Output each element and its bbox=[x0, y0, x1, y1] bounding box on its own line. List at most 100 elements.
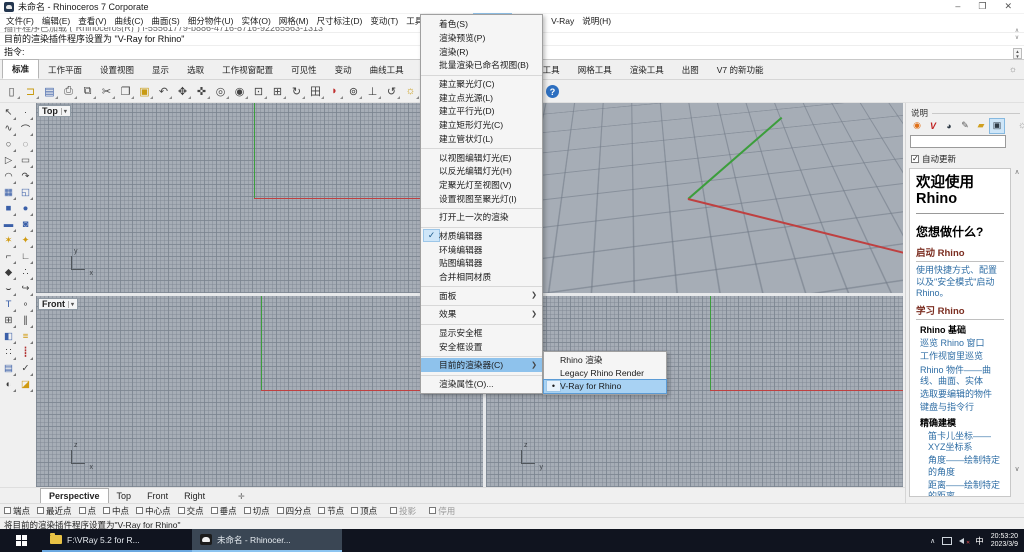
tray-expand-icon[interactable]: ∧ bbox=[930, 537, 935, 545]
help-block[interactable]: 键盘与指令行 bbox=[910, 401, 1010, 414]
render-menu-item[interactable]: ✓ 建立管状灯(L) ❯ bbox=[421, 132, 542, 146]
checkbox[interactable] bbox=[277, 507, 284, 514]
new-viewport-icon[interactable]: ✛ bbox=[232, 490, 251, 503]
solid-edit-icon[interactable]: ◧ bbox=[1, 329, 16, 344]
save-icon[interactable]: ▤ bbox=[41, 83, 58, 100]
checkbox[interactable] bbox=[318, 507, 325, 514]
dimension-icon[interactable]: ∘ bbox=[18, 297, 33, 312]
osnap-toggle[interactable]: 交点 bbox=[178, 505, 204, 517]
taskbar-task[interactable]: 未命名 - Rhinocer... bbox=[192, 529, 342, 552]
arc-icon[interactable]: ◠ bbox=[1, 169, 16, 184]
render-menu-item[interactable]: ✓ 显示安全框 ❯ bbox=[421, 326, 542, 340]
help-block[interactable]: 巡览 Rhino 窗口 bbox=[910, 337, 1010, 350]
render-menu-item[interactable]: ✓ 安全框设置 ❯ bbox=[421, 339, 542, 353]
checkbox[interactable] bbox=[37, 507, 44, 514]
osnap-toggle[interactable]: 停用 bbox=[429, 505, 455, 517]
osnap-toggle[interactable]: 投影 bbox=[390, 505, 416, 517]
open-file-icon[interactable]: ⊐ bbox=[22, 83, 39, 100]
render-menu-item[interactable]: ✓ 建立聚光灯(C) ❯ bbox=[421, 77, 542, 91]
ime-indicator[interactable]: 中 bbox=[975, 535, 984, 547]
osnap-toggle[interactable]: 四分点 bbox=[277, 505, 312, 517]
toolbar-tab[interactable]: 显示 bbox=[143, 61, 178, 79]
checkbox[interactable] bbox=[4, 507, 11, 514]
render-menu-item[interactable]: ✓ 定聚光灯至视图(V) ❯ bbox=[421, 178, 542, 192]
toolbar-tab[interactable]: 标准 bbox=[2, 59, 39, 79]
render-menu-item[interactable]: ✓ 建立平行光(D) ❯ bbox=[421, 104, 542, 118]
paste-icon[interactable]: ▣ bbox=[136, 83, 153, 100]
viewport-tab[interactable]: Top bbox=[109, 489, 140, 503]
help-block[interactable]: 选取要编辑的物件 bbox=[910, 388, 1010, 401]
render-menu-item[interactable]: ✓ 面板 ❯ bbox=[421, 288, 542, 302]
mirror-icon[interactable]: ∥ bbox=[18, 313, 33, 328]
menu-bar-item[interactable]: 文件(F) bbox=[2, 14, 38, 28]
osnap-toggle[interactable]: 点 bbox=[79, 505, 97, 517]
rotate-view-icon[interactable]: ↻ bbox=[288, 83, 305, 100]
checkbox[interactable] bbox=[429, 507, 436, 514]
osnap-toggle[interactable]: 垂点 bbox=[211, 505, 237, 517]
extrude-icon[interactable]: ✦ bbox=[18, 233, 33, 248]
toolbar-tab[interactable]: V7 的新功能 bbox=[708, 61, 773, 79]
osnap-toggle[interactable]: 中心点 bbox=[136, 505, 171, 517]
sweep-icon[interactable]: ◱ bbox=[18, 185, 33, 200]
toolbar-tab[interactable]: 出图 bbox=[673, 61, 708, 79]
osnap-toggle-icon[interactable]: ⊚ bbox=[345, 83, 362, 100]
cut-icon[interactable]: ✂ bbox=[98, 83, 115, 100]
pen-tab-icon[interactable]: ✎ bbox=[958, 119, 972, 133]
help-block[interactable]: 使用快捷方式、配置以及"安全模式"启动 Rhino。 bbox=[910, 264, 1010, 301]
osnap-toggle[interactable]: 端点 bbox=[4, 505, 30, 517]
checkbox[interactable] bbox=[211, 507, 218, 514]
curve-fillet-icon[interactable]: ⌣ bbox=[1, 281, 16, 296]
render-menu-item[interactable]: ✓ 渲染预览(P) ❯ bbox=[421, 31, 542, 45]
freeform-curve-icon[interactable]: ↷ bbox=[18, 169, 33, 184]
light-icon[interactable]: ☼ bbox=[402, 83, 419, 100]
toolbar-tab[interactable]: 工作平面 bbox=[39, 61, 91, 79]
osnap-toggle[interactable]: 最近点 bbox=[37, 505, 72, 517]
text-icon[interactable]: T bbox=[1, 297, 16, 312]
array-icon[interactable]: ⊞ bbox=[1, 313, 16, 328]
help-block[interactable]: 工作视窗里巡览 bbox=[910, 350, 1010, 363]
checkbox[interactable] bbox=[390, 507, 397, 514]
render-menu-item[interactable]: ✓ 打开上一次的渲染 ❯ bbox=[421, 210, 542, 224]
chamfer-icon[interactable]: ∟ bbox=[18, 249, 33, 264]
rebuild-icon[interactable]: ↪ bbox=[18, 281, 33, 296]
render-menu-item[interactable]: ✓ 环境编辑器 ❯ bbox=[421, 242, 542, 256]
renderer-submenu-item[interactable]: • Rhino 渲染 bbox=[544, 353, 666, 366]
new-file-icon[interactable]: ▯ bbox=[3, 83, 20, 100]
toolbar-tab[interactable]: 渲染工具 bbox=[621, 61, 673, 79]
zoom-extents-icon[interactable]: ⊞ bbox=[269, 83, 286, 100]
help-search-input[interactable] bbox=[910, 135, 1006, 148]
toolbar-tab[interactable]: 可见性 bbox=[282, 61, 326, 79]
align-icon[interactable]: ≡ bbox=[18, 329, 33, 344]
ellipse-icon[interactable]: ◌ bbox=[18, 137, 33, 152]
render-menu-item[interactable]: ✓ 材质编辑器 ❯ bbox=[421, 229, 542, 243]
display-mode-icon[interactable]: ◗ bbox=[326, 83, 343, 100]
toolbar-tab[interactable]: 设置视图 bbox=[91, 61, 143, 79]
shade-icon[interactable]: ◐ bbox=[1, 377, 16, 392]
toolbar-tab[interactable]: 曲线工具 bbox=[361, 61, 413, 79]
render-menu-item[interactable]: ✓ 设置视图至聚光灯(I) ❯ bbox=[421, 191, 542, 205]
start-button[interactable] bbox=[0, 529, 42, 552]
render-menu-item[interactable]: ✓ 渲染(R) ❯ bbox=[421, 44, 542, 58]
help-block[interactable]: Rhino 物件——曲线、曲面、实体 bbox=[910, 364, 1010, 389]
menu-bar-item[interactable]: 变动(T) bbox=[366, 14, 402, 28]
close-button[interactable]: ✕ bbox=[1004, 1, 1012, 12]
render-menu-item[interactable]: ✓ 合并相同材质 ❯ bbox=[421, 270, 542, 284]
zoom-icon[interactable]: ◎ bbox=[212, 83, 229, 100]
render-menu-item[interactable]: ✓ 批量渲染已命名视图(B) ❯ bbox=[421, 58, 542, 72]
box-icon[interactable]: ■ bbox=[1, 201, 16, 216]
material-icon[interactable]: ◪ bbox=[18, 377, 33, 392]
display-icon[interactable] bbox=[942, 537, 952, 545]
gear-icon[interactable]: ☼ bbox=[1018, 120, 1024, 131]
osnap-toggle[interactable]: 节点 bbox=[318, 505, 344, 517]
copy-view-icon[interactable]: ⧉ bbox=[79, 83, 96, 100]
osnap-toggle[interactable]: 切点 bbox=[244, 505, 270, 517]
rectangle-icon[interactable]: ▭ bbox=[18, 153, 33, 168]
point-icon[interactable]: ∙ bbox=[18, 105, 33, 120]
toolbar-tab[interactable]: 变动 bbox=[326, 61, 361, 79]
layer-icon[interactable]: ▤ bbox=[1, 361, 16, 376]
speaker-muted-icon[interactable] bbox=[959, 536, 968, 545]
surface-icon[interactable]: ▦ bbox=[1, 185, 16, 200]
toolbar-tab[interactable]: 网格工具 bbox=[569, 61, 621, 79]
help-block[interactable]: 距离——绘制特定的距离 bbox=[910, 479, 1010, 497]
render-menu-item[interactable]: ✓ 目前的渲染器(C) ❯ bbox=[421, 358, 542, 372]
